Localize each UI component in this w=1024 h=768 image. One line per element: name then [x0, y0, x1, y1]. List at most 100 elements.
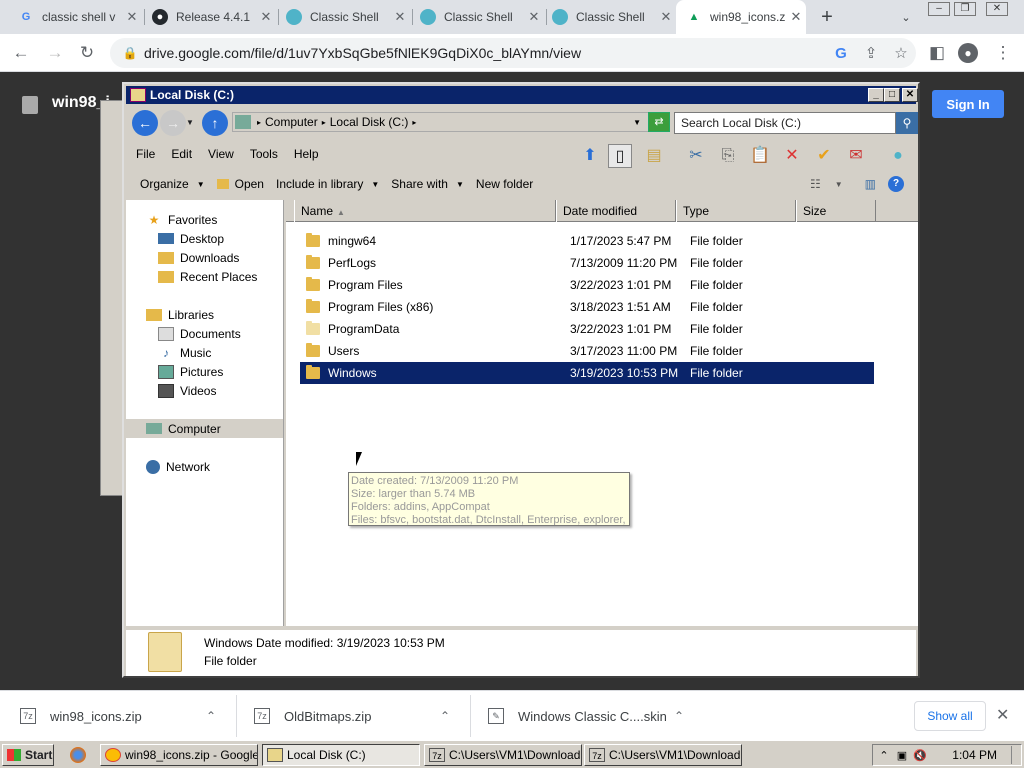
new-tab-button[interactable]: +: [814, 0, 840, 34]
chevron-up-icon[interactable]: ⌃: [440, 709, 450, 723]
taskbar-local-disk[interactable]: Local Disk (C:): [262, 744, 420, 766]
show-desktop-handle[interactable]: [1011, 746, 1019, 764]
organize-button[interactable]: Organize ▼: [134, 177, 211, 191]
close-icon[interactable]: ✕: [656, 9, 676, 25]
reload-icon[interactable]: ↻: [76, 42, 98, 64]
nav-downloads[interactable]: Downloads: [158, 248, 239, 267]
menu-view[interactable]: View: [200, 147, 242, 161]
tab-classic-shell-3[interactable]: Classic Shell ✕: [552, 0, 676, 34]
menu-help[interactable]: Help: [286, 147, 327, 161]
tab-classic-shell-1[interactable]: Classic Shell ✕: [286, 0, 410, 34]
window-title-bar[interactable]: Local Disk (C:) _ □ ✕: [126, 86, 918, 104]
tab-win98-icons[interactable]: ▲ win98_icons.z ✕: [676, 0, 806, 34]
nav-computer[interactable]: Computer: [126, 419, 283, 438]
taskbar-7zip-2[interactable]: 7z C:\Users\VM1\Download...: [584, 744, 742, 766]
minimize-icon[interactable]: _: [868, 88, 884, 102]
nav-recent-places[interactable]: Recent Places: [158, 267, 257, 286]
menu-dots-icon[interactable]: ⋮: [992, 42, 1014, 64]
view-options-icon[interactable]: ☷ ▼: [804, 177, 849, 191]
checkmark-icon[interactable]: ✔: [812, 144, 836, 168]
file-row[interactable]: mingw64 1/17/2023 5:47 PM File folder: [300, 230, 874, 252]
menu-edit[interactable]: Edit: [163, 147, 200, 161]
copy-icon[interactable]: ⎘: [716, 144, 740, 168]
nav-libraries[interactable]: Libraries: [146, 305, 214, 324]
bookmark-star-icon[interactable]: ☆: [886, 44, 916, 62]
column-date-modified[interactable]: Date modified: [556, 200, 676, 222]
go-arrow-icon[interactable]: ⇄: [648, 112, 670, 132]
chevron-down-icon[interactable]: ▼: [186, 118, 194, 127]
file-row[interactable]: Program Files 3/22/2023 1:01 PM File fol…: [300, 274, 874, 296]
folders-pane-icon[interactable]: ▯: [608, 144, 632, 168]
forward-arrow-icon[interactable]: →: [160, 110, 186, 136]
breadcrumb-local-disk[interactable]: Local Disk (C:): [330, 115, 409, 129]
tab-classic-shell-2[interactable]: Classic Shell ✕: [420, 0, 544, 34]
delete-icon[interactable]: ✕: [780, 144, 804, 168]
back-arrow-icon[interactable]: ←: [10, 42, 32, 64]
tab-classic-shell-search[interactable]: G classic shell v ✕: [18, 0, 142, 34]
view-folder-icon[interactable]: ▤: [642, 144, 666, 168]
menu-file[interactable]: File: [128, 147, 163, 161]
nav-desktop[interactable]: Desktop: [158, 229, 224, 248]
breadcrumb-computer[interactable]: Computer: [265, 115, 318, 129]
tab-release[interactable]: ● Release 4.4.1 ✕: [152, 0, 276, 34]
network-tray-icon[interactable]: ▣: [893, 749, 911, 762]
file-row[interactable]: Program Files (x86) 3/18/2023 1:51 AM Fi…: [300, 296, 874, 318]
taskbar-7zip-1[interactable]: 7z C:\Users\VM1\Download...: [424, 744, 582, 766]
volume-muted-icon[interactable]: 🔇: [911, 749, 929, 762]
file-row[interactable]: Users 3/17/2023 11:00 PM File folder: [300, 340, 874, 362]
restore-icon[interactable]: ❐: [954, 2, 976, 16]
nav-pictures[interactable]: Pictures: [158, 362, 223, 381]
search-input[interactable]: Search Local Disk (C:): [674, 112, 896, 134]
open-button[interactable]: Open: [211, 177, 270, 191]
address-bar[interactable]: 🔒 drive.google.com/file/d/1uv7YxbSqGbe5f…: [110, 38, 916, 68]
show-all-button[interactable]: Show all: [914, 701, 986, 731]
close-icon[interactable]: ✕: [524, 9, 544, 25]
close-icon[interactable]: ✕: [256, 9, 276, 25]
google-lens-icon[interactable]: G: [826, 45, 856, 62]
sign-in-button[interactable]: Sign In: [932, 90, 1004, 118]
address-breadcrumb[interactable]: ▸ Computer ▸ Local Disk (C:) ▸ ▼: [232, 112, 668, 132]
back-arrow-icon[interactable]: ←: [132, 110, 158, 136]
maximize-icon[interactable]: □: [884, 88, 900, 102]
cut-icon[interactable]: ✂: [684, 144, 708, 168]
nav-network[interactable]: Network: [146, 457, 210, 476]
close-icon[interactable]: ✕: [786, 9, 806, 25]
download-item-classic-skin[interactable]: ✎ Windows Classic C....skin ⌃: [488, 691, 698, 741]
start-button[interactable]: Start: [2, 744, 54, 766]
share-icon[interactable]: ⇪: [856, 44, 886, 62]
help-icon[interactable]: ?: [882, 176, 910, 192]
side-panel-icon[interactable]: ◧: [926, 42, 948, 64]
profile-avatar-icon[interactable]: ●: [958, 43, 978, 63]
chevron-up-icon[interactable]: ⌃: [674, 709, 684, 723]
tray-expand-icon[interactable]: ⌃: [875, 749, 893, 762]
close-icon[interactable]: ✕: [996, 705, 1009, 725]
share-with-button[interactable]: Share with ▼: [385, 177, 470, 191]
menu-tools[interactable]: Tools: [242, 147, 286, 161]
file-row-selected[interactable]: Windows 3/19/2023 10:53 PM File folder: [300, 362, 874, 384]
close-icon[interactable]: ✕: [902, 88, 918, 102]
download-item-win98-icons[interactable]: 7z win98_icons.zip ⌃: [20, 691, 230, 741]
new-folder-button[interactable]: New folder: [470, 177, 539, 191]
chevron-down-icon[interactable]: ▼: [633, 118, 641, 127]
forward-arrow-icon[interactable]: →: [44, 42, 66, 64]
close-window-icon[interactable]: ✕: [986, 2, 1008, 16]
close-icon[interactable]: ✕: [122, 9, 142, 25]
column-name[interactable]: Name ▲: [294, 200, 556, 222]
up-folder-icon[interactable]: ⬆: [578, 144, 602, 168]
firefox-icon[interactable]: [70, 747, 86, 763]
properties-icon[interactable]: ✉: [844, 144, 868, 168]
file-row[interactable]: ProgramData 3/22/2023 1:01 PM File folde…: [300, 318, 874, 340]
file-row[interactable]: PerfLogs 7/13/2009 11:20 PM File folder: [300, 252, 874, 274]
up-arrow-icon[interactable]: ↑: [202, 110, 228, 136]
nav-videos[interactable]: Videos: [158, 381, 216, 400]
download-item-oldbitmaps[interactable]: 7z OldBitmaps.zip ⌃: [254, 691, 464, 741]
column-size[interactable]: Size: [796, 200, 876, 222]
close-icon[interactable]: ✕: [390, 9, 410, 25]
paste-icon[interactable]: 📋: [748, 144, 772, 168]
chevron-up-icon[interactable]: ⌃: [206, 709, 216, 723]
chevron-down-icon[interactable]: ⌄: [896, 0, 916, 34]
nav-music[interactable]: ♪ Music: [158, 343, 211, 362]
nav-favorites[interactable]: ★ Favorites: [146, 210, 218, 229]
minimize-icon[interactable]: –: [928, 2, 950, 16]
column-type[interactable]: Type: [676, 200, 796, 222]
